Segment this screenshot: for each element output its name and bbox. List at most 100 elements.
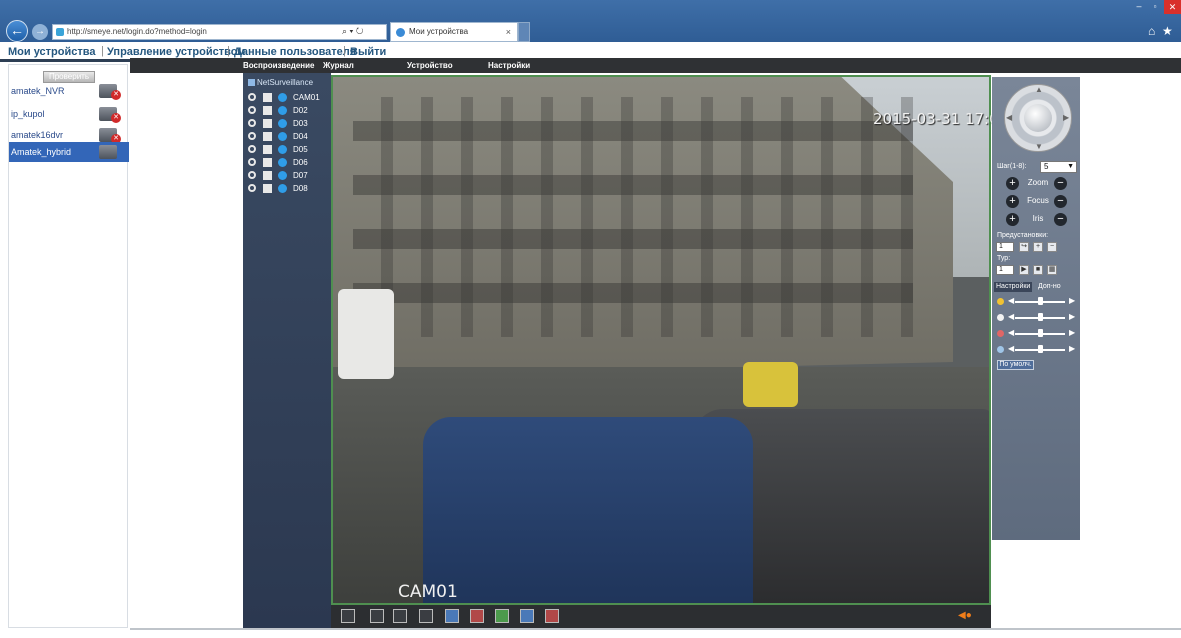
channel-item[interactable]: D06: [246, 156, 330, 169]
record-icon[interactable]: [248, 132, 256, 140]
preset-add-button[interactable]: +: [1033, 242, 1043, 252]
preset-input[interactable]: 1: [996, 242, 1014, 252]
contrast-slider[interactable]: ◀ ▶: [997, 312, 1077, 322]
play-icon[interactable]: [278, 106, 287, 115]
slider-decrease-icon[interactable]: ◀: [1008, 296, 1014, 305]
play-icon[interactable]: [278, 184, 287, 193]
iris-open-button[interactable]: +: [1006, 213, 1019, 226]
video-view[interactable]: [331, 75, 991, 605]
play-icon[interactable]: [278, 119, 287, 128]
menu-user-data[interactable]: Данные пользователя: [234, 46, 356, 58]
slider-increase-icon[interactable]: ▶: [1069, 296, 1075, 305]
step-select[interactable]: 5 ▼: [1040, 161, 1077, 173]
record-icon[interactable]: [248, 119, 256, 127]
camera-icon[interactable]: [263, 145, 272, 154]
hue-slider[interactable]: ◀ ▶: [997, 344, 1077, 354]
address-bar[interactable]: http://smeye.net/login.do?method=login: [52, 24, 387, 40]
ptz-right-icon[interactable]: ▶: [1063, 113, 1069, 122]
zoom-in-button[interactable]: +: [1006, 177, 1019, 190]
tour-stop-button[interactable]: ■: [1033, 265, 1043, 275]
layout-9-button[interactable]: [419, 609, 433, 623]
camera-icon[interactable]: [263, 132, 272, 141]
channel-item[interactable]: D08: [246, 182, 330, 195]
address-tools[interactable]: ⌕ ▾ ↻: [342, 24, 390, 40]
ptz-left-icon[interactable]: ◀: [1006, 113, 1012, 122]
minimize-window-button[interactable]: –: [1132, 2, 1146, 12]
record-icon[interactable]: [248, 93, 256, 101]
preset-remove-button[interactable]: −: [1047, 242, 1057, 252]
slider-increase-icon[interactable]: ▶: [1069, 312, 1075, 321]
play-icon[interactable]: [278, 145, 287, 154]
menu-logout[interactable]: Выйти: [350, 46, 386, 58]
ptz-center-button[interactable]: [1024, 104, 1052, 132]
defaults-button[interactable]: По умолч.: [997, 360, 1034, 370]
device-item-selected[interactable]: Amatek_hybrid: [9, 142, 129, 162]
iris-close-button[interactable]: −: [1054, 213, 1067, 226]
fullscreen-button[interactable]: [341, 609, 355, 623]
slider-decrease-icon[interactable]: ◀: [1008, 328, 1014, 337]
layout-1-button[interactable]: [370, 609, 384, 623]
play-icon[interactable]: [278, 132, 287, 141]
play-icon[interactable]: [278, 171, 287, 180]
ptz-up-icon[interactable]: ▲: [1035, 85, 1043, 94]
record-icon[interactable]: [248, 171, 256, 179]
device-item[interactable]: amatek_NVR ✕: [9, 81, 129, 101]
record-stop-button[interactable]: [545, 609, 559, 623]
slider-decrease-icon[interactable]: ◀: [1008, 312, 1014, 321]
tab-playback[interactable]: Воспроизведение: [243, 61, 315, 70]
forward-button[interactable]: →: [32, 24, 48, 40]
slider-knob[interactable]: [1038, 297, 1043, 305]
preset-goto-button[interactable]: ↪: [1019, 242, 1029, 252]
ptz-down-icon[interactable]: ▼: [1035, 142, 1043, 151]
camera-icon[interactable]: [263, 119, 272, 128]
record-icon[interactable]: [248, 184, 256, 192]
slider-increase-icon[interactable]: ▶: [1069, 344, 1075, 353]
tab-log[interactable]: Журнал: [323, 61, 354, 70]
favorites-star-icon[interactable]: ★: [1162, 24, 1173, 38]
play-icon[interactable]: [278, 93, 287, 102]
tab-device[interactable]: Устройство: [407, 61, 453, 70]
volume-icon[interactable]: ◀●: [958, 610, 972, 621]
slider-decrease-icon[interactable]: ◀: [1008, 344, 1014, 353]
tour-play-button[interactable]: ▶: [1019, 265, 1029, 275]
channel-item[interactable]: D02: [246, 104, 330, 117]
record-icon[interactable]: [248, 106, 256, 114]
tab-settings[interactable]: Настройки: [488, 61, 530, 70]
slider-knob[interactable]: [1038, 345, 1043, 353]
back-button[interactable]: ←: [6, 20, 28, 42]
camera-icon[interactable]: [263, 106, 272, 115]
slider-increase-icon[interactable]: ▶: [1069, 328, 1075, 337]
camera-icon[interactable]: [263, 184, 272, 193]
zoom-out-button[interactable]: −: [1054, 177, 1067, 190]
record-icon[interactable]: [248, 158, 256, 166]
camera-icon[interactable]: [263, 158, 272, 167]
browser-tab-active[interactable]: Мои устройства ×: [390, 22, 518, 42]
layout-4-button[interactable]: [393, 609, 407, 623]
channel-item[interactable]: CAM01: [246, 91, 330, 104]
close-tab-icon[interactable]: ×: [506, 23, 511, 41]
record-start-button[interactable]: [520, 609, 534, 623]
channel-item[interactable]: D04: [246, 130, 330, 143]
brightness-slider[interactable]: ◀ ▶: [997, 296, 1077, 306]
channel-item[interactable]: D07: [246, 169, 330, 182]
menu-my-devices[interactable]: Мои устройства: [8, 46, 96, 58]
open-all-button[interactable]: [445, 609, 459, 623]
camera-icon[interactable]: [263, 93, 272, 102]
channel-item[interactable]: D05: [246, 143, 330, 156]
channel-item[interactable]: D03: [246, 117, 330, 130]
camera-icon[interactable]: [263, 171, 272, 180]
snapshot-button[interactable]: [495, 609, 509, 623]
tab-additional[interactable]: Доп-но: [1036, 282, 1063, 292]
close-all-button[interactable]: [470, 609, 484, 623]
tour-grid-button[interactable]: ▦: [1047, 265, 1057, 275]
slider-knob[interactable]: [1038, 329, 1043, 337]
home-icon[interactable]: ⌂: [1148, 24, 1155, 38]
new-tab-button[interactable]: [518, 22, 530, 42]
device-item[interactable]: ip_kupol ✕: [9, 104, 129, 124]
play-icon[interactable]: [278, 158, 287, 167]
focus-in-button[interactable]: +: [1006, 195, 1019, 208]
focus-out-button[interactable]: −: [1054, 195, 1067, 208]
menu-device-management[interactable]: Управление устройством: [107, 46, 245, 58]
slider-knob[interactable]: [1038, 313, 1043, 321]
tour-input[interactable]: 1: [996, 265, 1014, 275]
